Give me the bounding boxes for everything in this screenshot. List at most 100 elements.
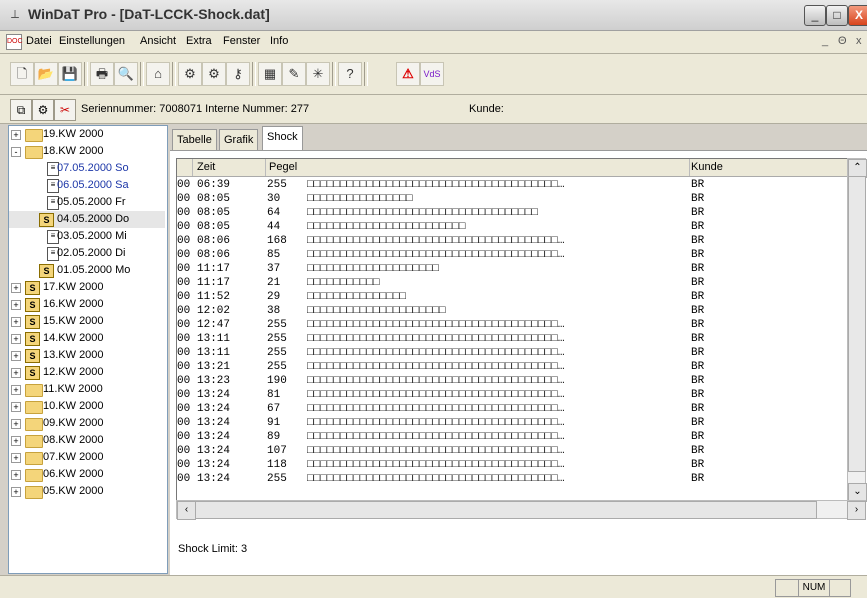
table-row[interactable]: 00 13:24 81 □□□□□□□□□□□□□□□□□□□□□□□□□□□□□□□… — [177, 388, 847, 402]
column-zeit[interactable]: Zeit — [193, 159, 266, 176]
mdi-restore-button[interactable]: Θ — [838, 35, 847, 47]
vertical-scrollbar[interactable]: ⌃ ⌄ — [847, 158, 867, 502]
tab-grafik[interactable]: Grafik — [219, 129, 259, 150]
cog-icon[interactable]: ⚙ — [202, 62, 226, 86]
help-icon[interactable]: ? — [338, 62, 362, 86]
table-row[interactable]: 00 08:06 168 □□□□□□□□□□□□□□□□□□□□□□□□□□□□□□… — [177, 234, 847, 248]
settings-gear-icon[interactable]: ⚙ — [178, 62, 202, 86]
close-button[interactable]: X — [848, 5, 867, 26]
tab-shock[interactable]: Shock — [262, 126, 303, 151]
tree-item[interactable]: - 18.KW 2000 — [9, 143, 165, 160]
graph-icon[interactable]: ▦ — [258, 62, 282, 86]
expand-icon[interactable]: + — [11, 300, 21, 310]
table-row[interactable]: 00 13:11 255 □□□□□□□□□□□□□□□□□□□□□□□□□□□□□□… — [177, 346, 847, 360]
table-row[interactable]: 00 13:21 255 □□□□□□□□□□□□□□□□□□□□□□□□□□□□□□… — [177, 360, 847, 374]
table-row[interactable]: 00 13:23 190 □□□□□□□□□□□□□□□□□□□□□□□□□□□□□□… — [177, 374, 847, 388]
warning-triangle-icon[interactable]: ⚠ — [396, 62, 420, 86]
collapse-icon[interactable]: - — [11, 147, 21, 157]
tree-item[interactable]: + S 17.KW 2000 — [9, 279, 165, 296]
tree-item[interactable]: S 01.05.2000 Mo — [9, 262, 165, 279]
tree-item[interactable]: S 04.05.2000 Do — [9, 211, 165, 228]
tree-item[interactable]: ≡ 02.05.2000 Di — [9, 245, 165, 262]
gear-icon[interactable]: ⚙ — [32, 99, 54, 121]
tree-item[interactable]: +10.KW 2000 — [9, 398, 165, 415]
tools-icon[interactable]: ✎ — [282, 62, 306, 86]
menu-info[interactable]: Info — [270, 35, 288, 47]
table-row[interactable]: 00 13:11 255 □□□□□□□□□□□□□□□□□□□□□□□□□□□□□□… — [177, 332, 847, 346]
device-icon[interactable]: ⌂ — [146, 62, 170, 86]
expand-icon[interactable]: + — [11, 419, 21, 429]
table-row[interactable]: 00 11:17 37 □□□□□□□□□□□□□□□□□□□□ BR — [177, 262, 847, 276]
table-row[interactable]: 00 08:05 44 □□□□□□□□□□□□□□□□□□□□□□□□ BR — [177, 220, 847, 234]
tree-item[interactable]: +19.KW 2000 — [9, 126, 165, 143]
tree-item[interactable]: + S 13.KW 2000 — [9, 347, 165, 364]
table-row[interactable]: 00 13:24 89 □□□□□□□□□□□□□□□□□□□□□□□□□□□□□□□… — [177, 430, 847, 444]
tab-tabelle[interactable]: Tabelle — [172, 129, 217, 150]
disconnect-icon[interactable]: ✂ — [54, 99, 76, 121]
tree-item[interactable]: +07.KW 2000 — [9, 449, 165, 466]
week-tree[interactable]: +19.KW 2000 - 18.KW 2000 ≡ 07.05.2000 So ≡ 06.… — [8, 125, 168, 574]
table-row[interactable]: 00 06:39 255 □□□□□□□□□□□□□□□□□□□□□□□□□□□□□□… — [177, 178, 847, 192]
expand-icon[interactable]: + — [11, 470, 21, 480]
tree-item[interactable]: +06.KW 2000 — [9, 466, 165, 483]
column-kunde[interactable]: Kunde — [685, 159, 847, 176]
tree-item[interactable]: ≡ 03.05.2000 Mi — [9, 228, 165, 245]
scroll-right-icon[interactable]: › — [847, 501, 866, 520]
table-row[interactable]: 00 13:24 118 □□□□□□□□□□□□□□□□□□□□□□□□□□□□□□… — [177, 458, 847, 472]
scroll-left-icon[interactable]: ‹ — [177, 501, 196, 520]
menu-fenster[interactable]: Fenster — [223, 35, 260, 47]
horizontal-scroll-thumb[interactable] — [195, 501, 817, 519]
save-icon[interactable]: 💾 — [58, 62, 82, 86]
tree-item[interactable]: + S 14.KW 2000 — [9, 330, 165, 347]
expand-icon[interactable]: + — [11, 453, 21, 463]
key-icon[interactable]: ⚷ — [226, 62, 250, 86]
menu-datei[interactable]: Datei — [26, 35, 52, 47]
shock-table[interactable]: Zeit Pegel Kunde 00 06:39 255 □□□□□□□□□□□□□… — [176, 158, 848, 502]
tree-item[interactable]: + S 12.KW 2000 — [9, 364, 165, 381]
expand-icon[interactable]: + — [11, 317, 21, 327]
tree-item[interactable]: + S 15.KW 2000 — [9, 313, 165, 330]
maximize-button[interactable]: □ — [826, 5, 848, 26]
tree-item[interactable]: + S 16.KW 2000 — [9, 296, 165, 313]
mdi-minimize-button[interactable]: _ — [822, 35, 828, 47]
tree-item[interactable]: +11.KW 2000 — [9, 381, 165, 398]
table-row[interactable]: 00 08:06 85 □□□□□□□□□□□□□□□□□□□□□□□□□□□□□□□… — [177, 248, 847, 262]
column-pegel[interactable]: Pegel — [265, 159, 690, 176]
expand-icon[interactable]: + — [11, 385, 21, 395]
table-row[interactable]: 00 11:17 21 □□□□□□□□□□□ BR — [177, 276, 847, 290]
table-row[interactable]: 00 12:47 255 □□□□□□□□□□□□□□□□□□□□□□□□□□□□□□… — [177, 318, 847, 332]
vertical-scroll-thumb[interactable] — [848, 176, 866, 472]
view-toggle-icon[interactable]: ⧉ — [10, 99, 32, 121]
menu-ansicht[interactable]: Ansicht — [140, 35, 176, 47]
expand-icon[interactable]: + — [11, 334, 21, 344]
minimize-button[interactable]: _ — [804, 5, 826, 26]
menu-extra[interactable]: Extra — [186, 35, 212, 47]
table-row[interactable]: 00 13:24 67 □□□□□□□□□□□□□□□□□□□□□□□□□□□□□□□… — [177, 402, 847, 416]
sensor-icon[interactable]: ✳ — [306, 62, 330, 86]
expand-icon[interactable]: + — [11, 436, 21, 446]
menu-einstellungen[interactable]: Einstellungen — [59, 35, 125, 47]
table-row[interactable]: 00 12:02 38 □□□□□□□□□□□□□□□□□□□□□ BR — [177, 304, 847, 318]
tree-item[interactable]: ≡ 07.05.2000 So — [9, 160, 165, 177]
tree-item[interactable]: +08.KW 2000 — [9, 432, 165, 449]
tree-item[interactable]: +05.KW 2000 — [9, 483, 165, 500]
tree-item[interactable]: +09.KW 2000 — [9, 415, 165, 432]
open-folder-icon[interactable]: 📂 — [34, 62, 58, 86]
vds-icon[interactable]: VdS — [420, 62, 444, 86]
new-doc-icon[interactable]: 🗋 — [10, 62, 34, 86]
table-row[interactable]: 00 08:05 30 □□□□□□□□□□□□□□□□ BR — [177, 192, 847, 206]
horizontal-scrollbar[interactable]: ‹ › — [176, 500, 866, 520]
tree-item[interactable]: ≡ 05.05.2000 Fr — [9, 194, 165, 211]
tree-item[interactable]: ≡ 06.05.2000 Sa — [9, 177, 165, 194]
mdi-close-button[interactable]: x — [856, 35, 862, 47]
expand-icon[interactable]: + — [11, 130, 21, 140]
table-row[interactable]: 00 08:05 64 □□□□□□□□□□□□□□□□□□□□□□□□□□□□□□□… — [177, 206, 847, 220]
expand-icon[interactable]: + — [11, 351, 21, 361]
document-menu-icon[interactable]: DOC — [6, 34, 23, 50]
table-row[interactable]: 00 13:24 255 □□□□□□□□□□□□□□□□□□□□□□□□□□□□□□… — [177, 472, 847, 486]
expand-icon[interactable]: + — [11, 283, 21, 293]
expand-icon[interactable]: + — [11, 487, 21, 497]
expand-icon[interactable]: + — [11, 402, 21, 412]
table-row[interactable]: 00 13:24 107 □□□□□□□□□□□□□□□□□□□□□□□□□□□□□□… — [177, 444, 847, 458]
print-preview-icon[interactable]: 🔍 — [114, 62, 138, 86]
